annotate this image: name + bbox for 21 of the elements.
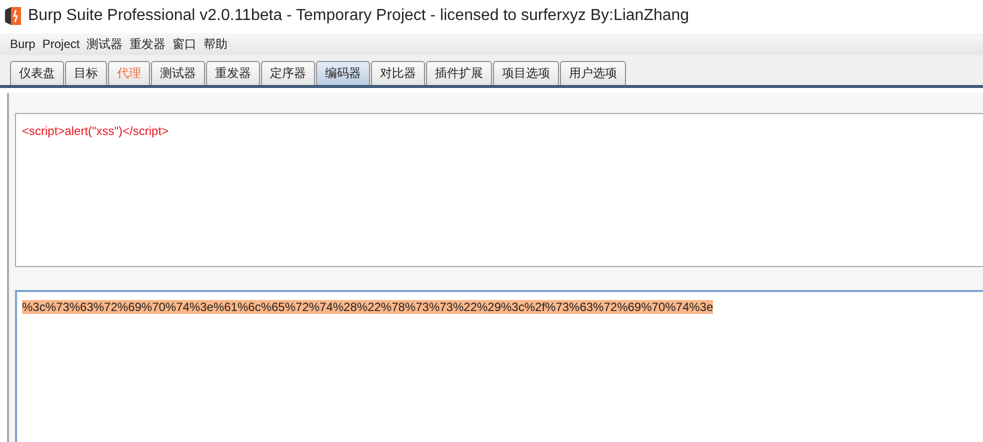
tab[interactable]: 目标 (65, 61, 107, 85)
encoded-text: %3c%73%63%72%69%70%74%3e%61%6c%65%72%74%28%22%78%73%73%22%29%3c%2f%73%63%72%69%70%74%3e (22, 300, 714, 314)
output-text-area[interactable]: %3c%73%63%72%69%70%74%3e%61%6c%65%72%74%28%22%78%73%73%22%29%3c%2f%73%63%72%69%70%74%3e (15, 290, 983, 442)
tab[interactable]: 测试器 (151, 61, 205, 85)
window-title: Burp Suite Professional v2.0.11beta - Temporary Project - licensed to surferxyz By:LianZhang (28, 6, 690, 26)
tab[interactable]: 编码器 (316, 61, 370, 85)
menu-item[interactable]: Project (42, 35, 80, 53)
menu-item[interactable]: 测试器 (86, 35, 123, 53)
input-text-area[interactable]: <script>alert("xss")</script> (15, 113, 983, 267)
tab[interactable]: 插件扩展 (426, 61, 492, 85)
tab[interactable]: 用户选项 (560, 61, 626, 85)
menu-item[interactable]: 窗口 (172, 35, 197, 53)
app-logo-icon (4, 6, 22, 26)
menu-item[interactable]: Burp (10, 35, 36, 53)
menu-item[interactable]: 帮助 (204, 35, 228, 53)
menu-item[interactable]: 重发器 (130, 35, 166, 53)
tab[interactable]: 仪表盘 (10, 61, 64, 85)
tab[interactable]: 对比器 (371, 61, 425, 85)
tab[interactable]: 项目选项 (493, 61, 559, 85)
tab[interactable]: 定序器 (261, 61, 315, 85)
tab[interactable]: 重发器 (206, 61, 260, 85)
